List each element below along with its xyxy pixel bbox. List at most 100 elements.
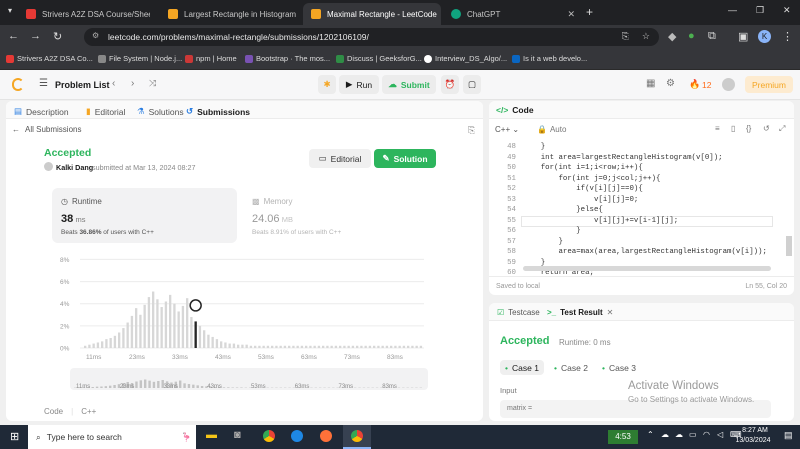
tab-description[interactable]: ▤ Description [14,106,69,117]
tab-test-result[interactable]: >_ Test Result ✕ [547,308,613,317]
reload-icon[interactable]: ↻ [53,30,62,43]
memory-card[interactable]: ▩ Memory 24.06 MB Beats 8.91% of users wi… [246,188,431,243]
code-line[interactable]: v[i][j]+=v[i-1][j]; [523,217,678,225]
extensions-icon[interactable]: ◆ [668,30,676,43]
taskbar-search-box[interactable]: ⌕ Type here to search 🦩 [28,425,196,449]
bookmark-bootstrap[interactable]: Bootstrap · The mos... [245,54,330,63]
camera-icon[interactable]: ◙ [234,429,241,441]
tab-solutions[interactable]: ⚗ Solutions [137,106,184,117]
bookmark-star-icon[interactable]: ☆ [642,31,650,42]
edge-icon[interactable] [291,430,303,442]
code-line[interactable]: } [523,238,562,246]
bookmark-gfg[interactable]: Discuss | GeeksforG... [336,54,422,63]
runtime-card[interactable]: ◷ Runtime 38 ms Beats 36.86% of users wit… [52,188,237,243]
browser-tab-chatgpt[interactable]: ChatGPT ✕ [443,3,583,25]
next-problem-icon[interactable]: › [131,78,134,89]
timer-button[interactable]: ⏰ [441,75,459,94]
close-icon[interactable]: ✕ [607,308,614,317]
sidebar-icon[interactable]: ▣ [738,30,748,43]
chevron-up-icon[interactable]: ⌃ [647,430,654,439]
chrome-icon[interactable] [263,430,275,442]
format-icon[interactable]: ≡ [715,124,720,133]
back-icon[interactable]: ← [8,30,19,42]
code-line[interactable]: int area=largestRectangleHistogram(v[0])… [523,154,723,162]
notification-icon[interactable]: ▤ [784,430,793,441]
solution-button[interactable]: ✎ Solution [374,149,436,168]
bookmark-striver[interactable]: Strivers A2Z DSA Co... [6,54,93,63]
puzzle-icon[interactable]: ⧉ [708,30,716,43]
leetcode-logo-icon[interactable] [12,78,24,91]
chrome-active-taskbar-item[interactable] [343,425,371,449]
bookmark-linkedin[interactable]: Is it a web develo... [512,54,587,63]
all-submissions-link[interactable]: ← All Submissions [12,125,81,134]
url-field[interactable]: ⚙ leetcode.com/problems/maximal-rectangl… [84,28,659,46]
code-line[interactable]: } [523,143,545,151]
run-button[interactable]: ▶ Run [339,75,379,94]
translate-icon[interactable]: ⎘ [622,31,629,42]
bookmark-node[interactable]: File System | Node.j... [98,54,182,63]
tab-search-icon[interactable]: ▾ [8,6,12,15]
code-line[interactable]: v[i][j]=0; [523,196,638,204]
code-line[interactable]: for(int i=1;i<row;i++){ [523,164,643,172]
submitter-name[interactable]: Kalki Dang [56,163,93,172]
clock-time[interactable]: 8:27 AM [733,427,777,434]
site-info-icon[interactable]: ⚙ [92,31,99,40]
runtime-distribution-chart[interactable]: 0% 2% 4% 6% 8% 11ms 23ms 33ms 43ms 53ms 63ms 73ms 83… [52,247,432,363]
fullscreen-icon[interactable]: ⤢ [779,124,785,134]
code-line[interactable]: for(int j=0;j<col;j++){ [523,175,660,183]
language-select[interactable]: C++ ⌄ [495,125,519,134]
browser-tab-histogram[interactable]: Largest Rectangle in Histogram ✕ [160,3,300,25]
premium-button[interactable]: Premium [745,76,793,93]
tab-submissions[interactable]: ↺ Submissions [186,106,250,117]
case-1-button[interactable]: • Case 1 [500,360,544,375]
windows-start-icon[interactable]: ⊞ [10,430,19,443]
close-icon[interactable]: ✕ [567,9,575,20]
clock-date[interactable]: 13/03/2024 [728,437,778,444]
auto-mode[interactable]: 🔒 Auto [537,125,566,134]
share-icon[interactable]: ⎘ [468,125,475,136]
browser-tab-maximal[interactable]: Maximal Rectangle - LeetCode ✕ [303,3,441,25]
firefox-icon[interactable] [320,430,332,442]
forward-icon[interactable]: → [30,30,41,42]
submit-button[interactable]: ☁ Submit [382,75,436,94]
layout-icon[interactable]: ▦ [646,78,655,89]
code-line[interactable]: area=max(area,largestRectangleHistogram(… [523,248,766,256]
profile-avatar[interactable]: K [758,30,771,43]
tab-editorial[interactable]: ▮ Editorial [86,106,125,117]
window-close-icon[interactable]: ✕ [783,5,791,16]
prev-problem-icon[interactable]: ‹ [112,78,115,89]
battery-icon[interactable]: ▭ [689,430,697,439]
shuffle-icon[interactable]: ⤨ [149,78,156,89]
code-line[interactable]: } [523,227,580,235]
settings-icon[interactable]: ⚙ [666,78,675,89]
case-3-button[interactable]: • Case 3 [597,360,641,375]
extension-icon[interactable]: ● [688,30,695,42]
file-explorer-icon[interactable]: ▬ [206,429,217,441]
vertical-scrollbar[interactable] [786,236,792,256]
bookmark-npm[interactable]: npm | Home [185,54,237,63]
code-line[interactable]: if(v[i][j]==0){ [523,185,643,193]
editorial-button[interactable]: ▭ Editorial [309,149,371,168]
user-avatar[interactable] [722,78,735,91]
onedrive-icon[interactable]: ☁ [675,430,683,439]
tab-testcase[interactable]: ☑ Testcase [497,308,540,317]
runtime-range-slider[interactable]: 11ms 23ms 33ms 43ms 53ms 63ms 73ms 83ms [70,368,428,390]
list-icon[interactable]: ☰ [39,78,48,89]
problem-list-link[interactable]: Problem List [55,80,110,90]
volume-icon[interactable]: ◁ [717,430,723,439]
wifi-icon[interactable]: ◠ [703,430,710,439]
horizontal-scrollbar[interactable] [523,266,771,271]
debug-button[interactable]: ✱ [318,75,336,94]
new-tab-icon[interactable]: + [586,5,593,19]
notes-button[interactable]: ▢ [463,75,481,94]
bookmark-github[interactable]: Interview_DS_Algo/... [424,54,507,63]
cloud-icon[interactable]: ☁ [661,430,669,439]
reset-icon[interactable]: ↺ [763,124,770,133]
restore-icon[interactable]: ❐ [756,5,764,16]
minimize-icon[interactable]: — [728,5,737,15]
braces-icon[interactable]: {} [746,124,751,133]
browser-menu-icon[interactable]: ⋮ [782,30,793,43]
browser-tab-striver[interactable]: Strivers A2Z DSA Course/Sheet ✕ [18,3,150,25]
battery-time-badge[interactable]: 4:53 [608,430,638,444]
bookmark-icon[interactable]: ▯ [731,124,735,133]
